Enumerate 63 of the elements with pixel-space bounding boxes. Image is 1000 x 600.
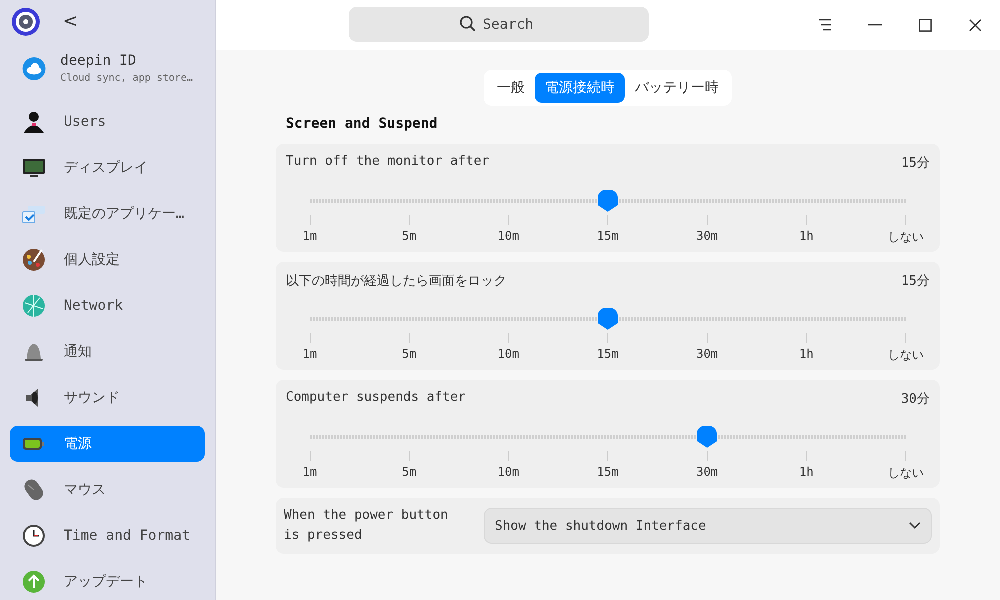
tick-label: 10m [498, 347, 520, 361]
account-subtitle: Cloud sync, app store… [60, 73, 193, 84]
globe-icon [22, 294, 46, 318]
search-icon [459, 15, 477, 33]
tick-label: 10m [498, 229, 520, 243]
tab[interactable]: 電源接続時 [535, 73, 625, 103]
tick-label: 15m [597, 229, 619, 243]
maximize-icon [918, 18, 932, 32]
tab[interactable]: バッテリー時 [625, 73, 729, 103]
tick-label: しない [888, 229, 924, 246]
monitor-icon [22, 156, 46, 180]
setting-label: 以下の時間が経過したら画面をロック [286, 273, 507, 290]
tick-label: 1h [799, 347, 814, 361]
tick-label: 30m [696, 465, 718, 479]
setting-label: Computer suspends after [286, 390, 466, 407]
setting-label: When the power button is pressed [284, 507, 450, 545]
menu-icon [818, 19, 832, 31]
dropdown[interactable]: Show the shutdown Interface [484, 508, 932, 544]
update-icon [22, 570, 46, 594]
tick-label: 30m [696, 229, 718, 243]
slider-handle[interactable] [598, 190, 618, 212]
sidebar-item[interactable]: マウス [10, 472, 205, 508]
palette-icon [22, 248, 46, 272]
search-field[interactable]: Search [349, 7, 649, 42]
tick-label: 1m [302, 347, 318, 361]
slider-handle[interactable] [598, 308, 618, 330]
tick-label: 1m [302, 465, 318, 479]
close-icon [968, 18, 982, 32]
tick-label: 15m [597, 465, 619, 479]
tick-label: 15m [597, 347, 619, 361]
clock-icon [22, 524, 46, 548]
setting-value: 15分 [901, 273, 930, 290]
setting-value: 15分 [901, 155, 930, 172]
user-icon [22, 110, 46, 134]
tick-label: 30m [696, 347, 718, 361]
sidebar-item[interactable]: ディスプレイ [10, 150, 205, 186]
setting-label: Turn off the monitor after [286, 154, 490, 171]
setting-value: 30分 [901, 391, 930, 408]
sidebar-item[interactable]: 既定のアプリケー… [10, 196, 205, 232]
chevron-down-icon [909, 522, 921, 530]
tick-label: 1h [799, 229, 814, 243]
tick-label: 1m [302, 229, 318, 243]
sidebar-item[interactable]: 個人設定 [10, 242, 205, 278]
tick-label: 5m [402, 347, 417, 361]
back-button[interactable]: < [59, 11, 82, 32]
slider-handle[interactable] [697, 426, 718, 448]
section-title: Screen and Suspend [286, 116, 439, 132]
tick-label: 10m [498, 465, 520, 479]
minimize-icon [868, 24, 882, 26]
tick-label: 1h [799, 465, 814, 479]
sidebar-item[interactable]: アップデート [10, 564, 205, 600]
sidebar-item[interactable]: Time and Format [10, 518, 205, 554]
tick-label: 5m [402, 229, 417, 243]
sidebar-item[interactable]: Network [10, 288, 205, 324]
tick-label: 5m [402, 465, 417, 479]
tab[interactable]: 一般 [487, 73, 535, 103]
tick-label: しない [888, 347, 924, 364]
sidebar-item[interactable]: Users [10, 104, 205, 140]
sidebar-item[interactable]: サウンド [10, 380, 205, 416]
account-name[interactable]: deepin ID [60, 53, 193, 69]
tick-label: しない [888, 465, 924, 482]
sidebar-item[interactable]: 電源 [10, 426, 205, 462]
sidebar-item[interactable]: 通知 [10, 334, 205, 370]
